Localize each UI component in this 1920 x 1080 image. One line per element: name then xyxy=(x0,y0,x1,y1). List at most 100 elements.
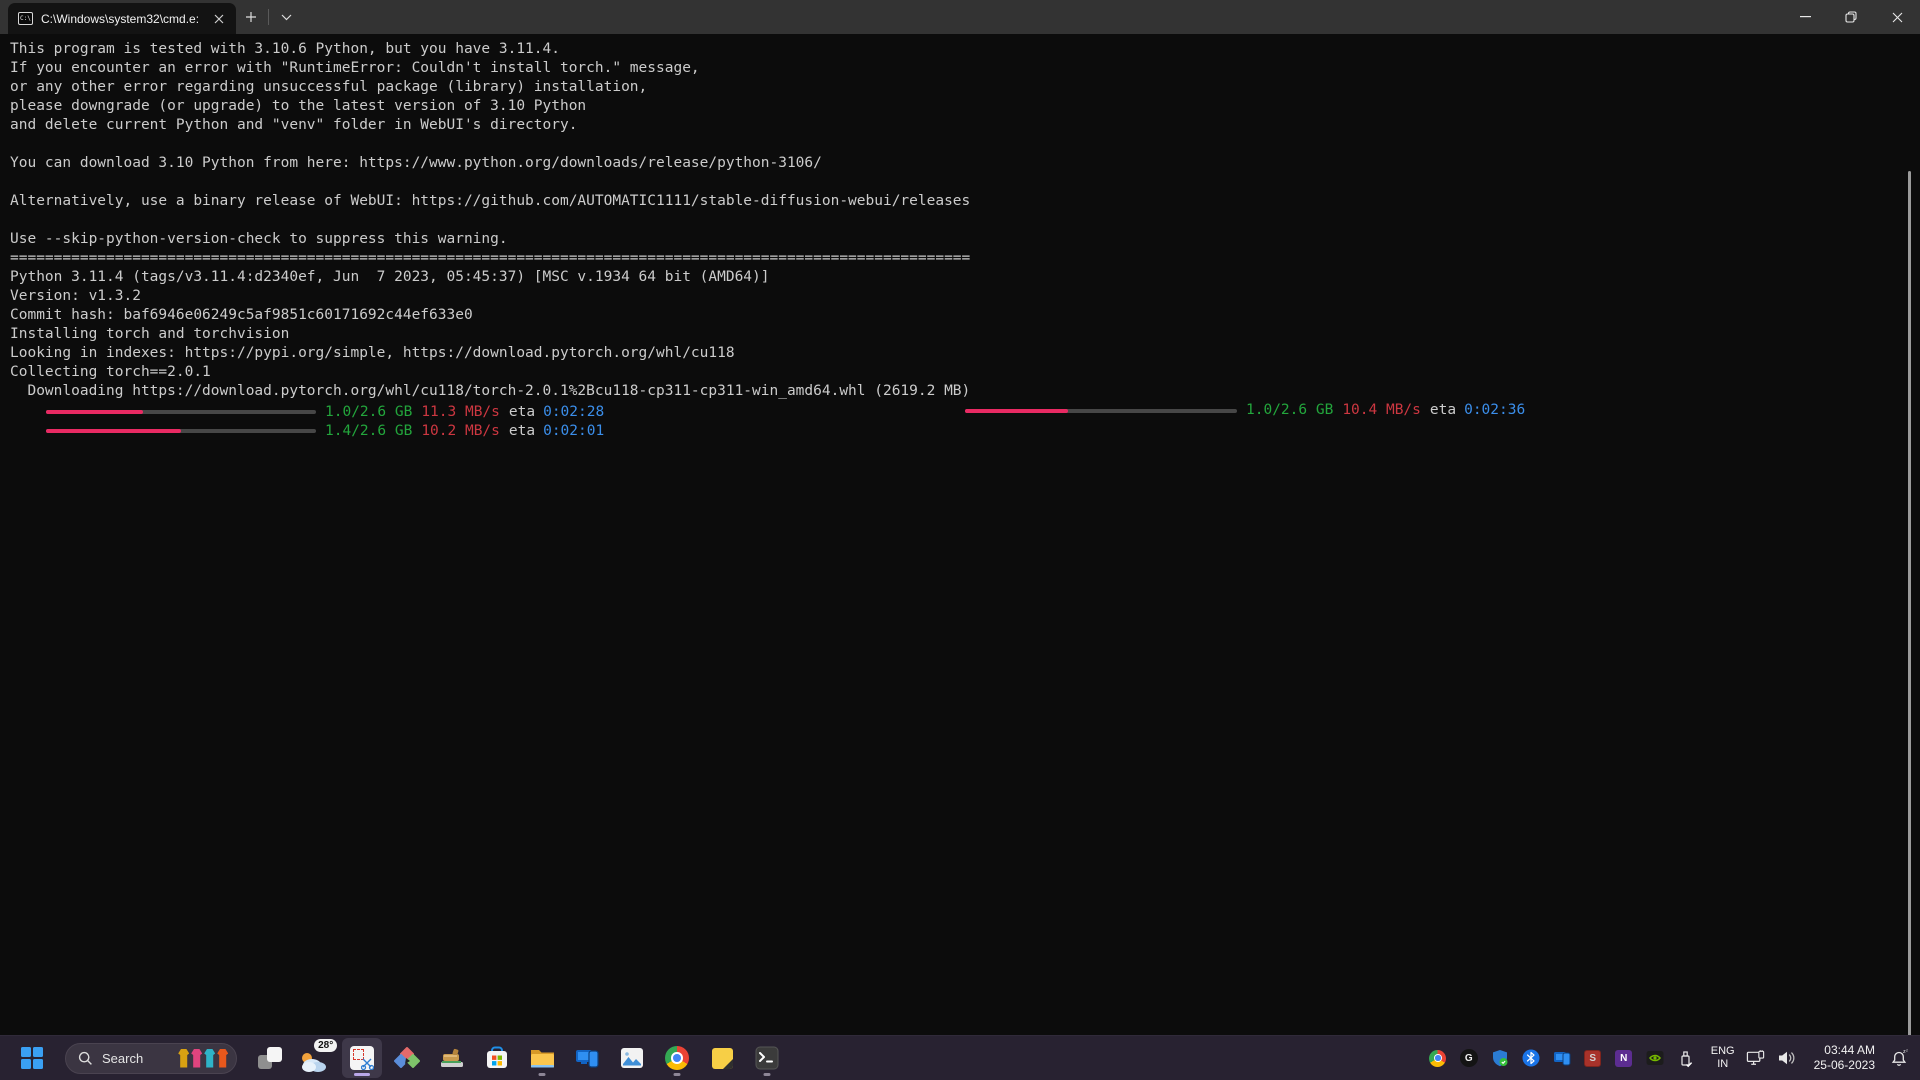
tab-close-button[interactable] xyxy=(210,10,228,28)
transferred-size: 1.0/2.6 GB xyxy=(1246,401,1333,420)
terminal-line: Python 3.11.4 (tags/v3.11.4:d2340ef, Jun… xyxy=(10,268,1920,287)
weather-widget[interactable]: 28° xyxy=(295,1038,337,1078)
terminal-icon xyxy=(755,1046,779,1070)
search-icon xyxy=(78,1051,93,1066)
start-button[interactable] xyxy=(12,1038,52,1078)
running-indicator xyxy=(539,1073,546,1076)
terminal-output[interactable]: This program is tested with 3.10.6 Pytho… xyxy=(0,34,1920,1035)
terminal-line: ========================================… xyxy=(10,249,1920,268)
task-view-button[interactable] xyxy=(250,1038,290,1078)
search-box[interactable]: Search xyxy=(65,1043,237,1074)
progress-row: 1.0/2.6 GB11.3 MB/seta0:02:281.0/2.6 GB1… xyxy=(10,401,1920,420)
snipping-tool-button[interactable] xyxy=(342,1038,382,1078)
sticky-notes-icon xyxy=(711,1047,734,1070)
chrome-icon xyxy=(665,1046,689,1070)
eta-label: eta xyxy=(509,422,535,441)
red-s-app-tray-icon[interactable]: S xyxy=(1583,1048,1603,1068)
chrome-tray-icon[interactable] xyxy=(1428,1048,1448,1068)
window-controls xyxy=(1782,0,1920,34)
chevron-down-icon xyxy=(281,14,292,21)
download-progress: 1.4/2.6 GB 10.2 MB/s eta 0:02:01 xyxy=(10,422,604,441)
eta-value: 0:02:28 xyxy=(543,403,604,422)
active-app-indicator xyxy=(354,1073,370,1076)
cmd-icon: C:\ xyxy=(18,12,33,25)
file-explorer-button[interactable] xyxy=(522,1038,562,1078)
photos-button[interactable] xyxy=(612,1038,652,1078)
terminal-line: Use --skip-python-version-check to suppr… xyxy=(10,230,1920,249)
phone-link-button[interactable] xyxy=(567,1038,607,1078)
download-speed: 10.2 MB/s xyxy=(421,422,500,441)
chrome-button[interactable] xyxy=(657,1038,697,1078)
download-speed: 10.4 MB/s xyxy=(1342,401,1421,420)
terminal-lines: This program is tested with 3.10.6 Pytho… xyxy=(10,40,1920,439)
phone-link-tray-icon[interactable] xyxy=(1552,1048,1572,1068)
plane-tool-app-button[interactable] xyxy=(432,1038,472,1078)
file-explorer-icon xyxy=(530,1047,555,1069)
eta-label: eta xyxy=(1430,401,1456,420)
plus-icon xyxy=(245,11,257,23)
close-icon xyxy=(1892,12,1903,23)
download-progress: 1.0/2.6 GB 10.4 MB/s eta 0:02:36 xyxy=(965,401,1525,420)
terminal-scrollbar-thumb[interactable] xyxy=(1908,171,1911,1044)
terminal-tab[interactable]: C:\ C:\Windows\system32\cmd.e: xyxy=(8,3,236,34)
new-tab-button[interactable] xyxy=(236,3,266,31)
windows-security-tray-icon[interactable] xyxy=(1490,1048,1510,1068)
diamond-app-button[interactable] xyxy=(387,1038,427,1078)
clock-time: 03:44 AM xyxy=(1814,1043,1875,1058)
tab-dropdown-button[interactable] xyxy=(271,3,301,31)
minimize-button[interactable] xyxy=(1782,0,1828,34)
temperature-badge: 28° xyxy=(314,1039,337,1052)
microsoft-store-icon xyxy=(485,1046,509,1070)
terminal-line: Commit hash: baf6946e06249c5af9851c60171… xyxy=(10,306,1920,325)
download-progress: 1.0/2.6 GB11.3 MB/seta0:02:28 xyxy=(10,403,604,422)
terminal-line: This program is tested with 3.10.6 Pytho… xyxy=(10,40,1920,59)
terminal-line xyxy=(10,173,1920,192)
terminal-line: please downgrade (or upgrade) to the lat… xyxy=(10,97,1920,116)
transferred-size: 1.0/2.6 GB xyxy=(325,403,412,422)
usb-eject-tray-icon[interactable] xyxy=(1676,1048,1696,1068)
snipping-tool-icon xyxy=(350,1046,374,1070)
volume-icon[interactable] xyxy=(1777,1048,1797,1068)
terminal-line: Downloading https://download.pytorch.org… xyxy=(10,382,1920,401)
clock[interactable]: 03:44 AM 25-06-2023 xyxy=(1814,1043,1875,1073)
close-icon xyxy=(214,14,224,24)
terminal-line: or any other error regarding unsuccessfu… xyxy=(10,78,1920,97)
windows-logo-icon xyxy=(21,1047,43,1069)
restore-icon xyxy=(1845,11,1857,23)
terminal-line: Collecting torch==2.0.1 xyxy=(10,363,1920,382)
notion-tray-icon[interactable]: N xyxy=(1614,1048,1634,1068)
logitech-tray-icon[interactable]: G xyxy=(1459,1048,1479,1068)
progress-bar xyxy=(46,410,316,414)
close-button[interactable] xyxy=(1874,0,1920,34)
phone-link-icon xyxy=(575,1047,600,1070)
svg-text:z: z xyxy=(1906,1048,1908,1053)
diamond-app-icon xyxy=(394,1046,420,1070)
restore-button[interactable] xyxy=(1828,0,1874,34)
nvidia-settings-tray-icon[interactable] xyxy=(1645,1048,1665,1068)
sticky-notes-button[interactable] xyxy=(702,1038,742,1078)
task-view-icon xyxy=(258,1047,282,1069)
eta-value: 0:02:01 xyxy=(543,422,604,441)
transferred-size: 1.4/2.6 GB xyxy=(325,422,412,441)
bluetooth-tray-icon[interactable] xyxy=(1521,1048,1541,1068)
running-indicator xyxy=(764,1073,771,1076)
eta-value: 0:02:36 xyxy=(1464,401,1525,420)
terminal-line: Alternatively, use a binary release of W… xyxy=(10,192,1920,211)
titlebar: C:\ C:\Windows\system32\cmd.e: xyxy=(0,0,1920,34)
minimize-icon xyxy=(1800,16,1811,18)
download-speed: 11.3 MB/s xyxy=(421,403,500,422)
progress-bar xyxy=(965,409,1237,413)
terminal-line xyxy=(10,135,1920,154)
terminal-button[interactable] xyxy=(747,1038,787,1078)
search-highlight-icon[interactable] xyxy=(178,1049,228,1068)
system-tray: G S N xyxy=(1428,1036,1920,1080)
terminal-line: Looking in indexes: https://pypi.org/sim… xyxy=(10,344,1920,363)
notification-bell-icon[interactable]: z z xyxy=(1890,1048,1910,1068)
running-indicator xyxy=(674,1073,681,1076)
microsoft-store-button[interactable] xyxy=(477,1038,517,1078)
network-icon[interactable] xyxy=(1746,1048,1766,1068)
taskbar-apps: Search 28° xyxy=(0,1036,787,1080)
terminal-line: and delete current Python and "venv" fol… xyxy=(10,116,1920,135)
language-indicator[interactable]: ENG IN xyxy=(1711,1045,1735,1071)
plane-tool-icon xyxy=(439,1046,465,1070)
